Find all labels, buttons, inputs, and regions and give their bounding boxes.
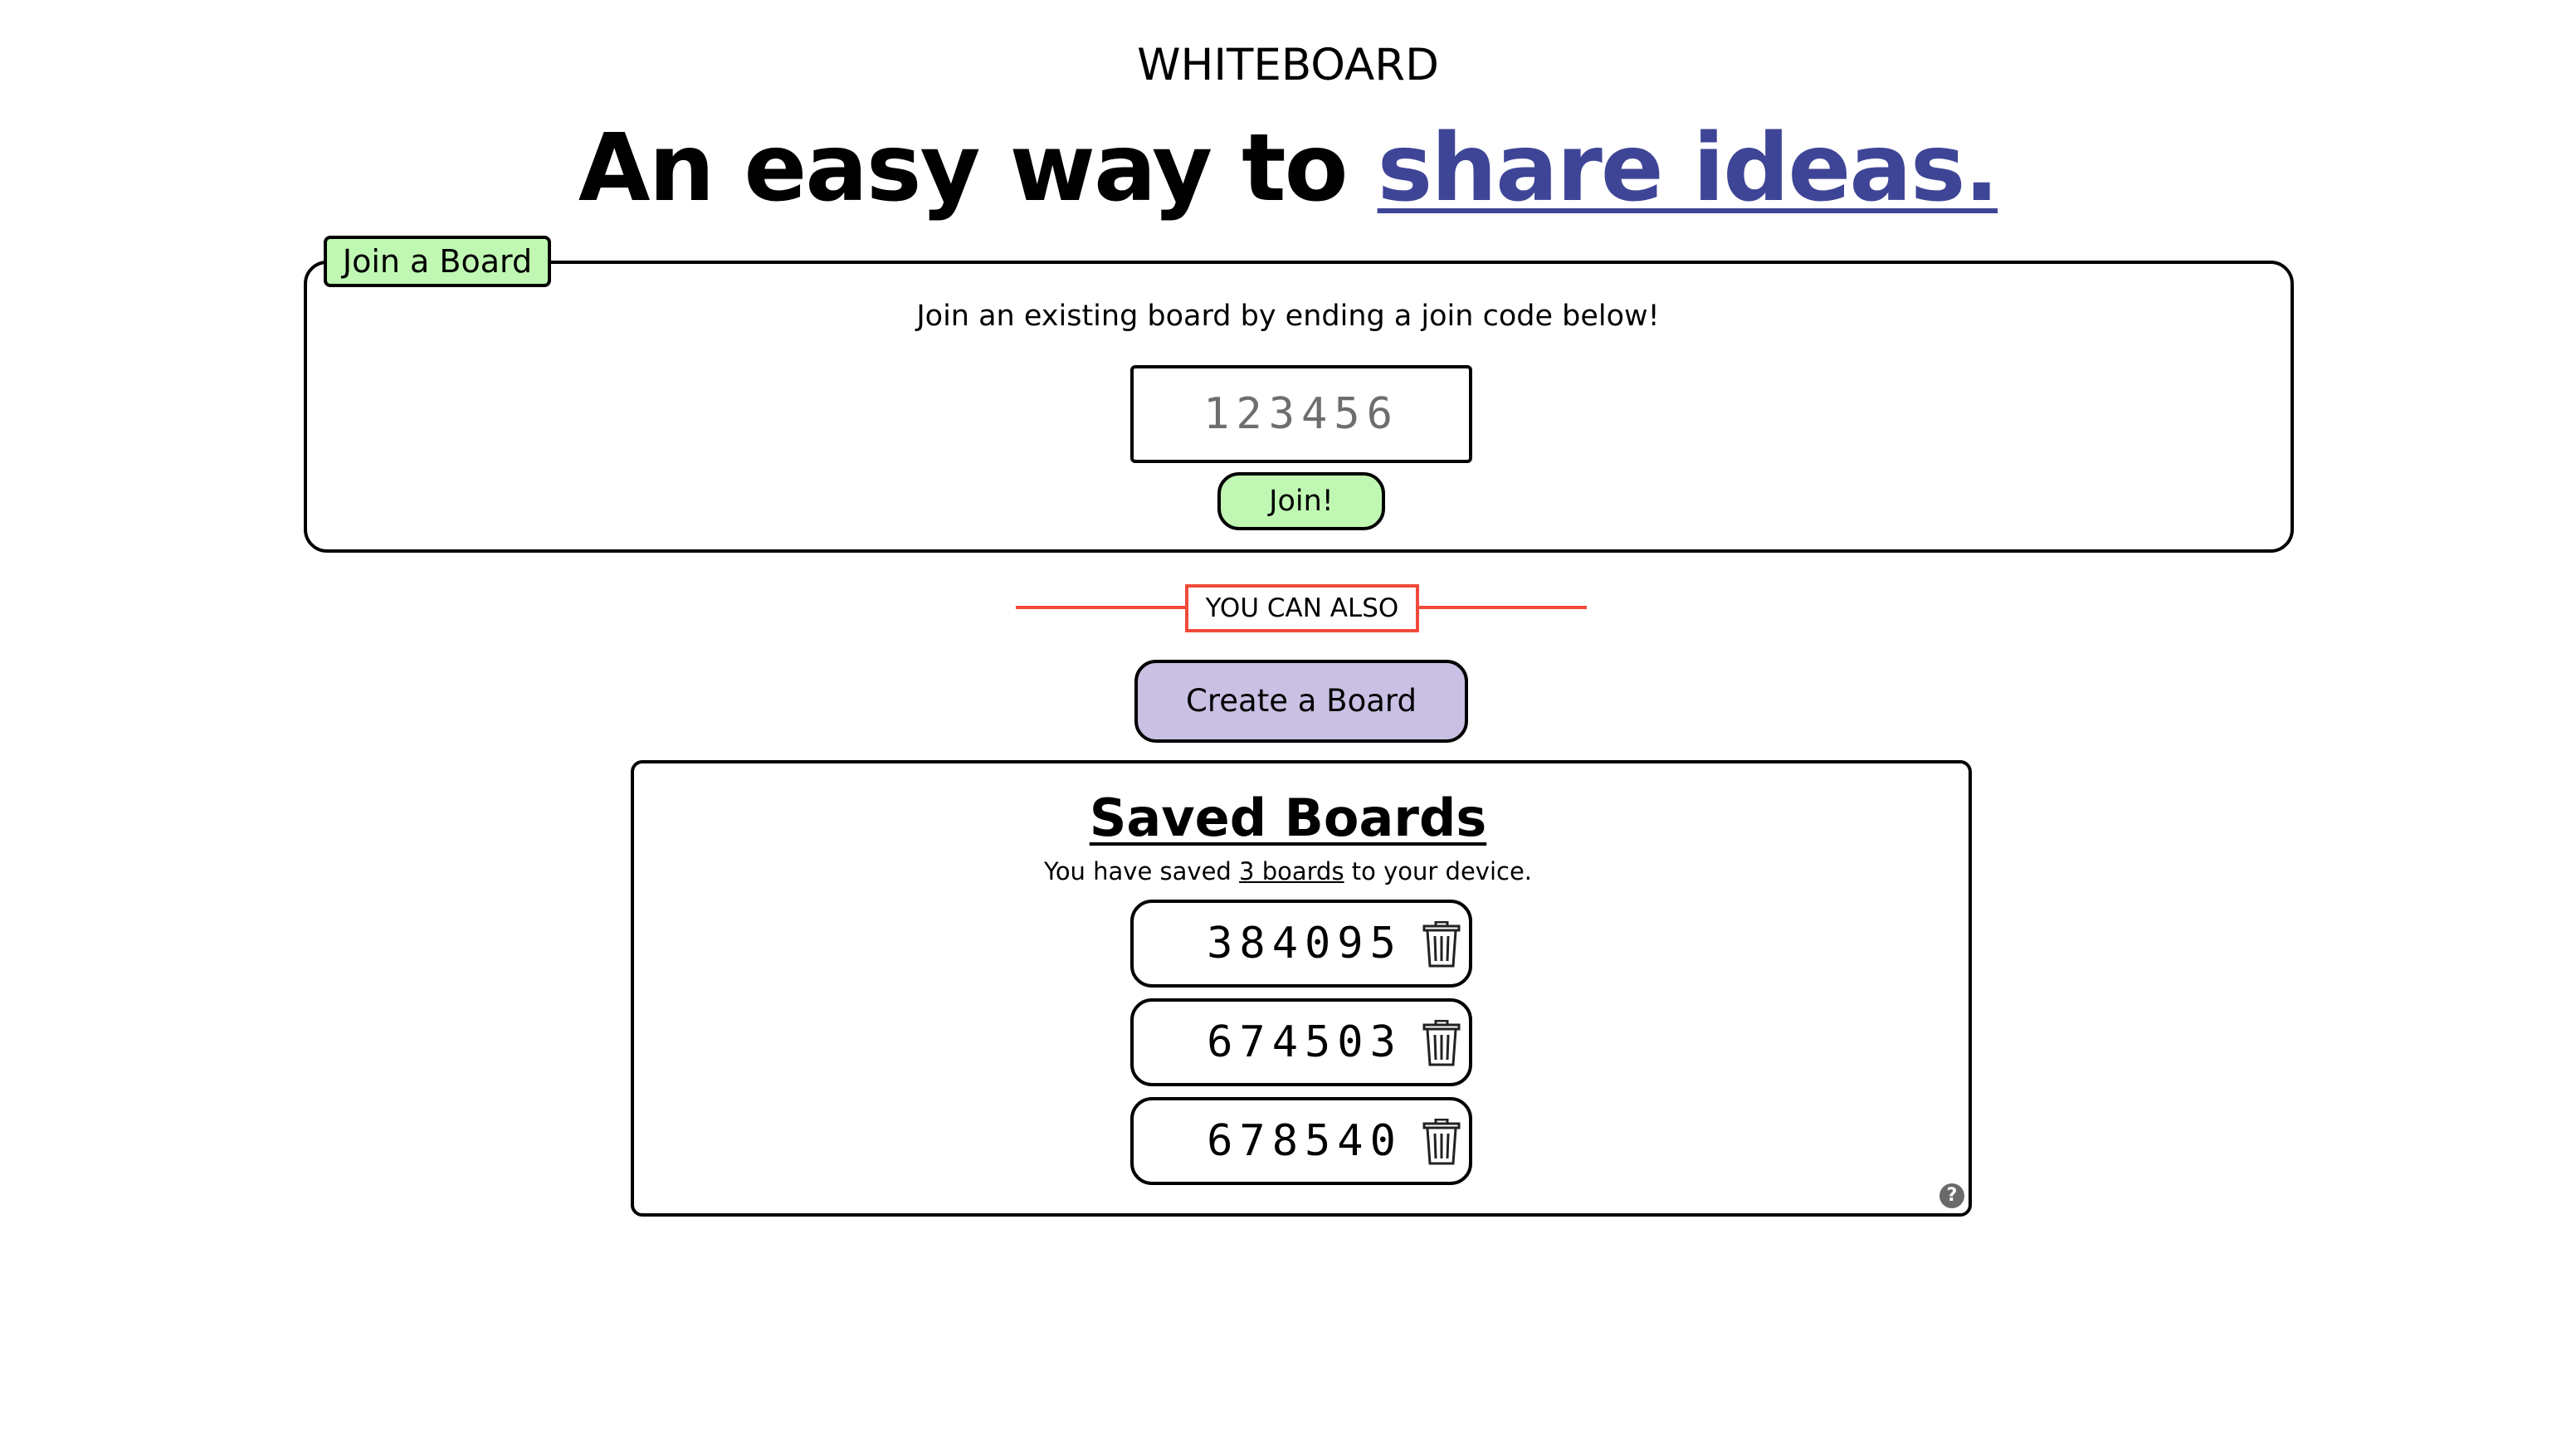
app-title: WHITEBOARD [1137,40,1439,90]
divider-line-right [1416,606,1587,609]
saved-boards-description: You have saved 3 boards to your device. [0,855,2576,888]
saved-board-item[interactable]: 384095 [1130,900,1472,988]
saved-board-item[interactable]: 678540 [1130,1097,1472,1185]
trash-icon[interactable] [1422,1020,1461,1066]
join-code-input[interactable] [1130,365,1472,463]
help-icon[interactable]: ? [1939,1183,1964,1208]
join-board-tab-label: Join a Board [324,236,551,287]
saved-desc-suffix: to your device. [1344,857,1533,885]
divider-line-left [1016,606,1187,609]
divider-label: YOU CAN ALSO [1185,584,1419,632]
trash-icon[interactable] [1422,1119,1461,1165]
saved-desc-prefix: You have saved [1043,857,1240,885]
saved-boards-title: Saved Boards [1089,788,1487,848]
saved-board-item[interactable]: 674503 [1130,998,1472,1086]
page-headline: An easy way to share ideas. [0,106,2576,231]
join-description: Join an existing board by ending a join … [916,300,1660,333]
trash-icon[interactable] [1422,921,1461,968]
saved-boards-count-link[interactable]: 3 boards [1239,857,1344,885]
headline-prefix: An easy way to [578,115,1378,222]
create-board-button[interactable]: Create a Board [1134,660,1468,743]
headline-accent: share ideas. [1377,115,1999,222]
join-button[interactable]: Join! [1217,472,1385,530]
